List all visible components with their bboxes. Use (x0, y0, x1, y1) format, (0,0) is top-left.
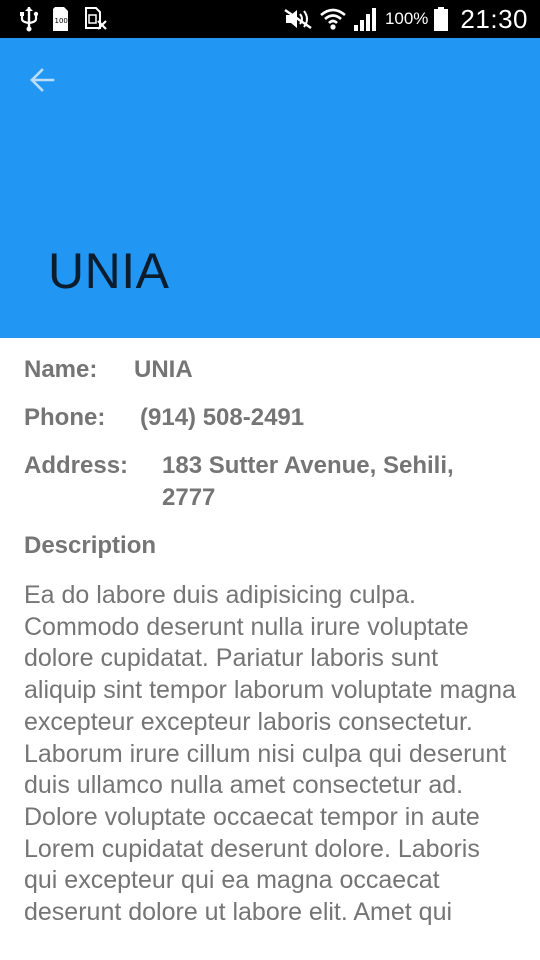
arrow-back-icon (28, 66, 56, 94)
page-title: UNIA (48, 243, 170, 299)
wifi-icon (319, 7, 347, 31)
description-heading: Description (24, 532, 157, 559)
no-sim-icon (84, 6, 108, 32)
clock: 21:30 (460, 3, 528, 34)
address-row: Address: 183 Sutter Avenue, Sehili, 2777 (24, 450, 520, 514)
phone-row: Phone: (914) 508-2491 (24, 402, 520, 434)
description-text: Ea do labore duis adipisicing culpa. Com… (24, 581, 516, 927)
status-bar: 100 100% 21:30 (0, 0, 540, 38)
battery-icon (434, 7, 449, 31)
back-button[interactable] (22, 60, 62, 100)
phone-label: Phone: (24, 404, 106, 431)
details-section: Name: UNIA Phone: (914) 508-2491 Address… (24, 352, 520, 929)
signal-icon (353, 7, 379, 31)
storage-icon: 100 (52, 6, 70, 32)
svg-text:100: 100 (55, 17, 68, 25)
mute-icon (283, 8, 313, 30)
usb-icon (20, 6, 38, 32)
address-label: Address: (24, 452, 129, 479)
app-bar: UNIA (0, 38, 540, 338)
phone-value[interactable]: (914) 508-2491 (140, 402, 304, 434)
name-value: UNIA (134, 356, 193, 383)
notification-icons: 100 (20, 6, 108, 32)
address-value: 183 Sutter Avenue, Sehili, 2777 (162, 452, 454, 511)
name-label: Name: (24, 356, 98, 383)
name-row: Name: UNIA (24, 354, 520, 386)
battery-percent: 100% (384, 9, 429, 28)
system-icons: 100% 21:30 (283, 0, 528, 38)
